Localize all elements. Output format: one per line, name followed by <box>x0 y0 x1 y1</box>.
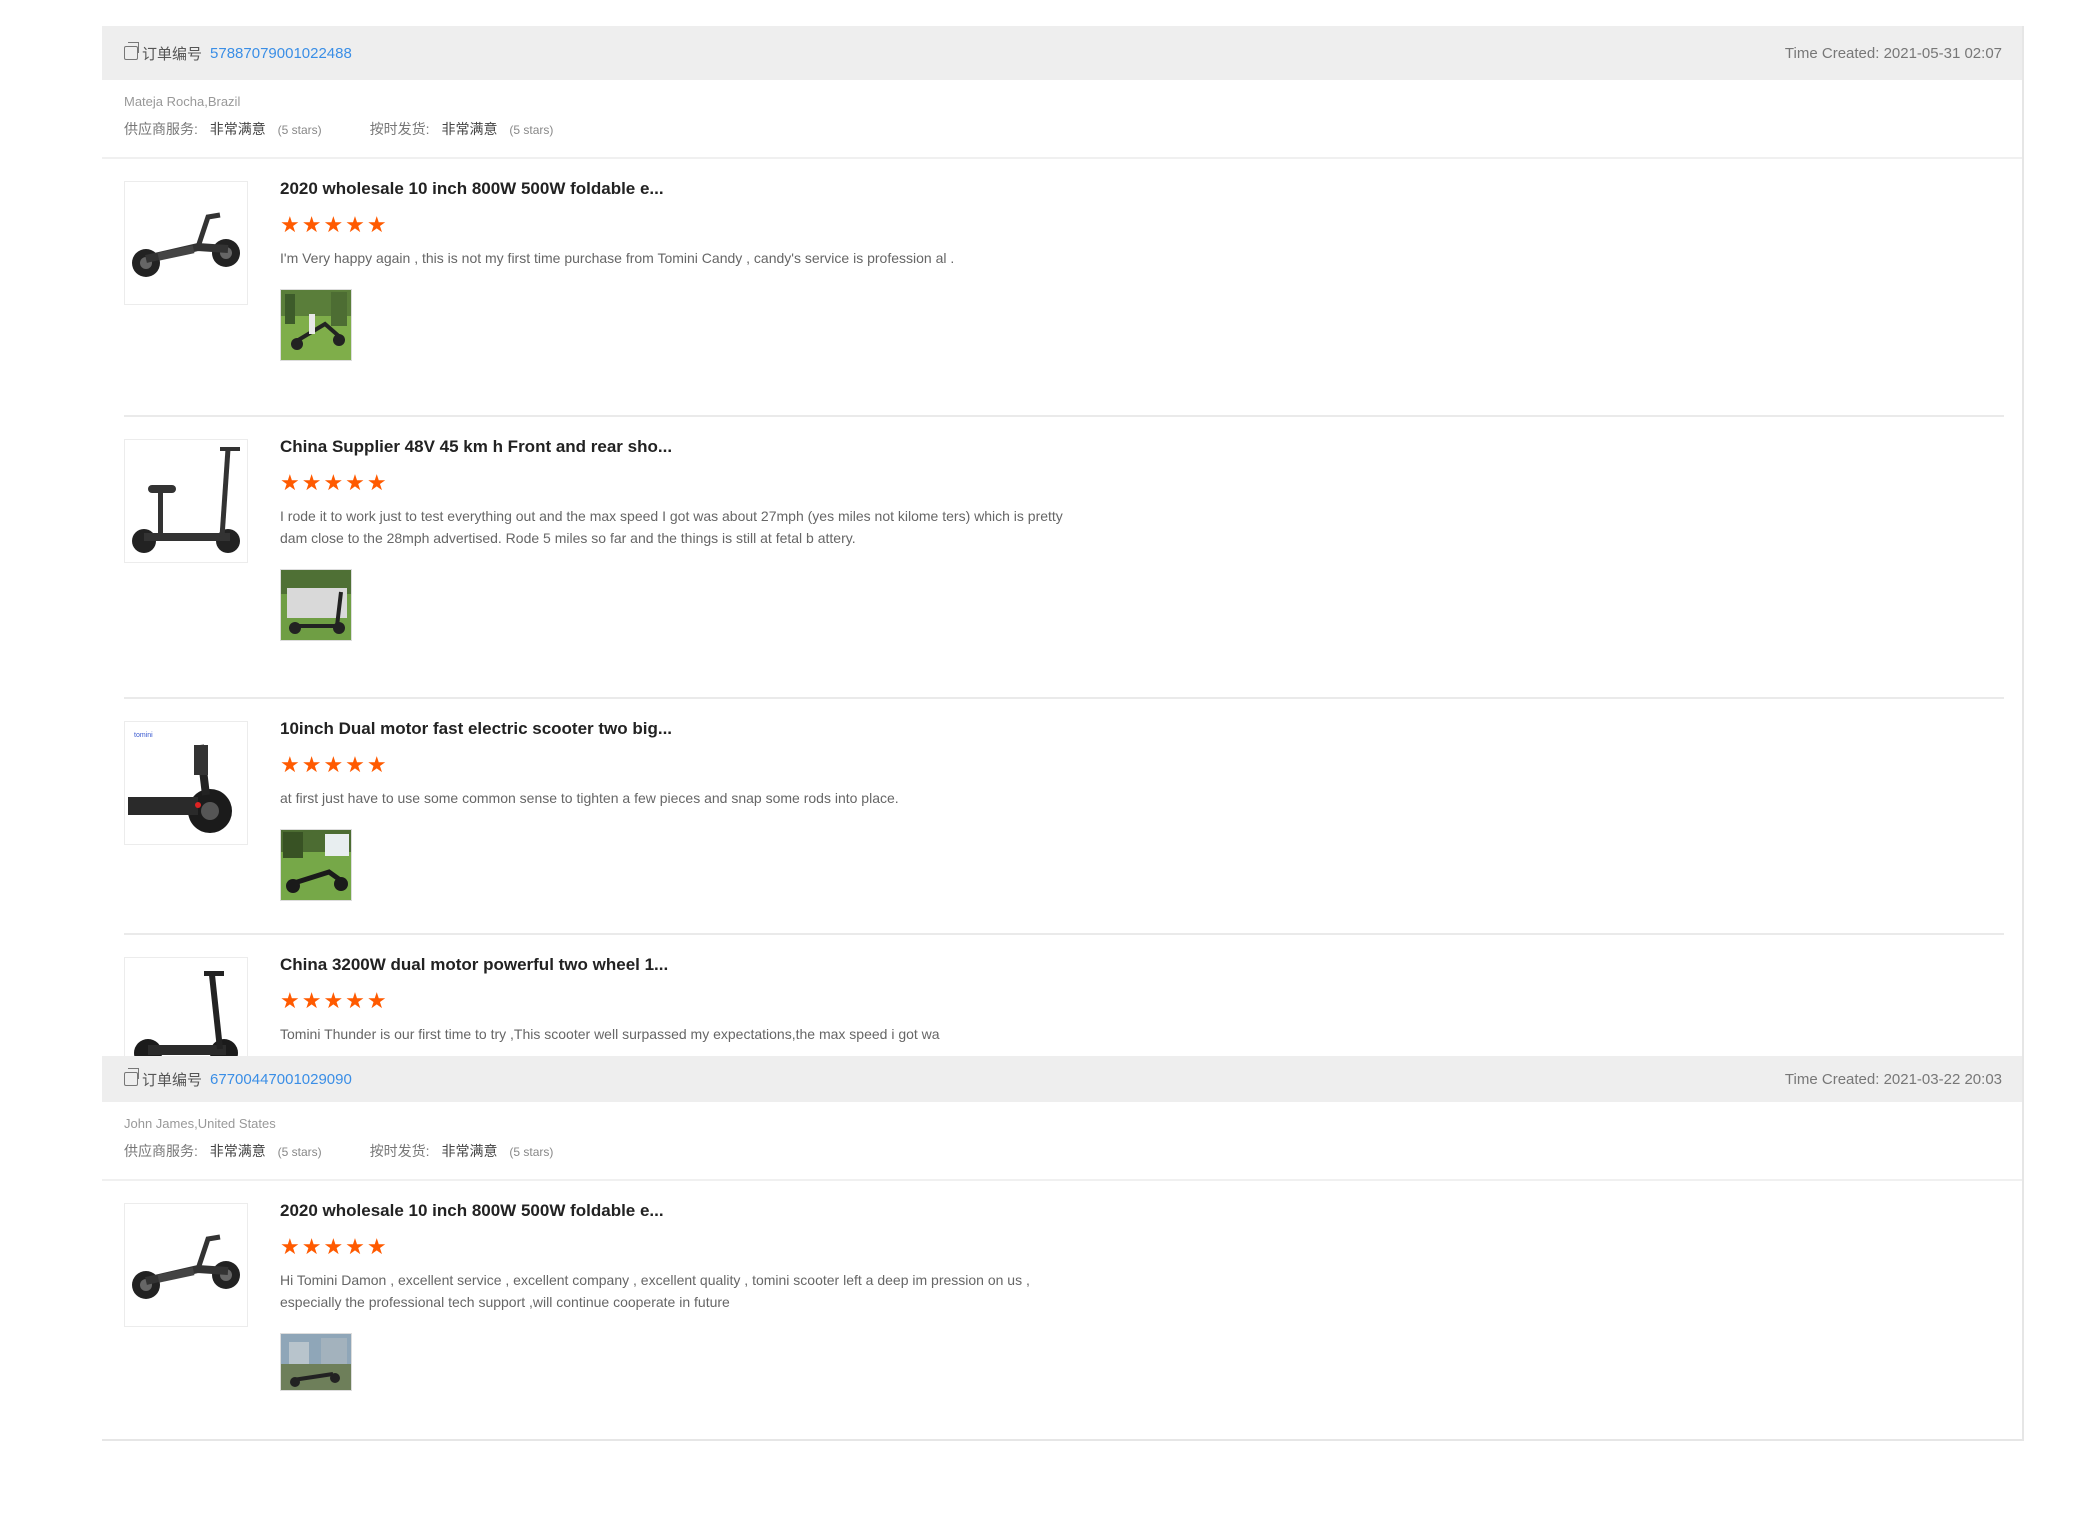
supplier-service-rating: 供应商服务: 非常满意 (5 stars) <box>124 1141 322 1161</box>
supplier-service-value: 非常满意 <box>209 121 266 137</box>
product-thumbnail[interactable] <box>124 181 248 305</box>
order-header: 订单编号 5788707900102248​8 Time Created: 20… <box>102 26 2022 80</box>
order-card: 订单编号 5788707900102248​8 Time Created: 20… <box>102 26 2024 1056</box>
product-title[interactable]: 10inch Dual motor fast electric scooter … <box>280 719 1080 739</box>
review-text: Tomini Thunder is our first time to try … <box>280 1026 940 1042</box>
supplier-service-label: 供应商服务: <box>124 121 198 137</box>
supplier-service-label: 供应商服务: <box>124 1143 198 1159</box>
order-ratings: 供应商服务: 非常满意 (5 stars) 按时发货: 非常满意 (5 star… <box>124 119 2000 139</box>
order-ratings: 供应商服务: 非常满意 (5 stars) 按时发货: 非常满意 (5 star… <box>124 1141 2000 1161</box>
review-text: at first just have to use some common se… <box>280 790 899 806</box>
review-body: 10inch Dual motor fast electric scooter … <box>280 699 1080 901</box>
review-photo[interactable] <box>280 289 352 361</box>
scooter-image <box>132 212 240 277</box>
product-thumbnail[interactable] <box>124 957 248 1056</box>
ontime-shipment-rating: 按时发货: 非常满意 (5 stars) <box>370 1141 554 1161</box>
ontime-shipment-stars: (5 stars) <box>509 123 554 137</box>
product-title[interactable]: China 3200W dual motor powerful two whee… <box>280 955 1080 975</box>
order-card: 订单编号 67700447001029090 Time Created: 202… <box>102 1056 2024 1441</box>
buyer-name: John James,United States <box>124 1116 276 1131</box>
review-stars: ★★★★★ <box>280 470 389 495</box>
svg-text:tomini: tomini <box>134 732 153 739</box>
copy-icon[interactable] <box>124 1068 139 1086</box>
review-photo-image <box>281 830 351 900</box>
order-number-label: 订单编号 <box>142 45 203 63</box>
order-header: 订单编号 67700447001029090 Time Created: 202… <box>102 1056 2022 1102</box>
copy-icon[interactable] <box>124 42 139 60</box>
scooter-image: tomini <box>128 732 232 833</box>
review-item: China Supplier 48V 45 km h Front and rea… <box>124 417 2004 699</box>
supplier-service-stars: (5 stars) <box>277 123 322 137</box>
order-number-group: 订单编号 5788707900102248​8 <box>124 42 352 64</box>
ontime-shipment-stars: (5 stars) <box>509 1145 554 1159</box>
order-number-link[interactable]: 67700447001029090 <box>210 1071 352 1088</box>
order-number-link[interactable]: 5788707900102248​8 <box>210 45 352 62</box>
supplier-service-value: 非常满意 <box>209 1143 266 1159</box>
review-body: 2020 wholesale 10 inch 800W 500W foldabl… <box>280 1181 1080 1391</box>
review-stars: ★★★★★ <box>280 988 389 1013</box>
review-photo-image <box>281 570 351 640</box>
time-created: Time Created: 2021-03-22 20:03 <box>1784 1070 2002 1088</box>
review-item: tomini 10inch Dual motor fast electric s… <box>124 699 2004 935</box>
review-body: China Supplier 48V 45 km h Front and rea… <box>280 417 1080 641</box>
review-body: China 3200W dual motor powerful two whee… <box>280 935 1080 1045</box>
order-number-group: 订单编号 67700447001029090 <box>124 1068 352 1090</box>
review-photo-image <box>281 290 351 360</box>
review-stars: ★★★★★ <box>280 1234 389 1259</box>
review-photo[interactable] <box>280 569 352 641</box>
review-photo-image <box>281 1334 351 1390</box>
review-stars: ★★★★★ <box>280 212 389 237</box>
review-item: 2020 wholesale 10 inch 800W 500W foldabl… <box>124 1181 2004 1421</box>
product-thumbnail[interactable]: tomini <box>124 721 248 845</box>
buyer-info: John James,United States 供应商服务: 非常满意 (5 … <box>102 1102 2022 1181</box>
product-thumbnail[interactable] <box>124 439 248 563</box>
order-number-label: 订单编号 <box>142 1071 203 1089</box>
product-title[interactable]: 2020 wholesale 10 inch 800W 500W foldabl… <box>280 1201 1080 1221</box>
review-body: 2020 wholesale 10 inch 800W 500W foldabl… <box>280 159 1080 361</box>
scooter-image <box>132 1234 240 1299</box>
review-photo[interactable] <box>280 829 352 901</box>
time-created: Time Created: 2021-05-31 02:07 <box>1784 44 2002 62</box>
ontime-shipment-value: 非常满意 <box>441 121 498 137</box>
review-text: I rode it to work just to test everythin… <box>280 508 1063 546</box>
scooter-image <box>132 447 240 553</box>
ontime-shipment-value: 非常满意 <box>441 1143 498 1159</box>
ontime-shipment-label: 按时发货: <box>369 121 430 137</box>
buyer-name: Mateja Rocha,Brazil <box>124 94 241 109</box>
review-item: China 3200W dual motor powerful two whee… <box>124 935 2004 1056</box>
review-text: Hi Tomini Damon , excellent service , ex… <box>280 1272 1030 1310</box>
review-photo[interactable] <box>280 1333 352 1391</box>
review-stars: ★★★★★ <box>280 752 389 777</box>
ontime-shipment-rating: 按时发货: 非常满意 (5 stars) <box>370 119 554 139</box>
buyer-info: Mateja Rocha,Brazil 供应商服务: 非常满意 (5 stars… <box>102 80 2022 159</box>
product-title[interactable]: 2020 wholesale 10 inch 800W 500W foldabl… <box>280 179 1080 199</box>
product-title[interactable]: China Supplier 48V 45 km h Front and rea… <box>280 437 1080 457</box>
supplier-service-rating: 供应商服务: 非常满意 (5 stars) <box>124 119 322 139</box>
scooter-image <box>134 971 238 1056</box>
review-item: 2020 wholesale 10 inch 800W 500W foldabl… <box>124 159 2004 417</box>
supplier-service-stars: (5 stars) <box>277 1145 322 1159</box>
review-text: I'm Very happy again , this is not my fi… <box>280 250 955 266</box>
product-thumbnail[interactable] <box>124 1203 248 1327</box>
ontime-shipment-label: 按时发货: <box>369 1143 430 1159</box>
